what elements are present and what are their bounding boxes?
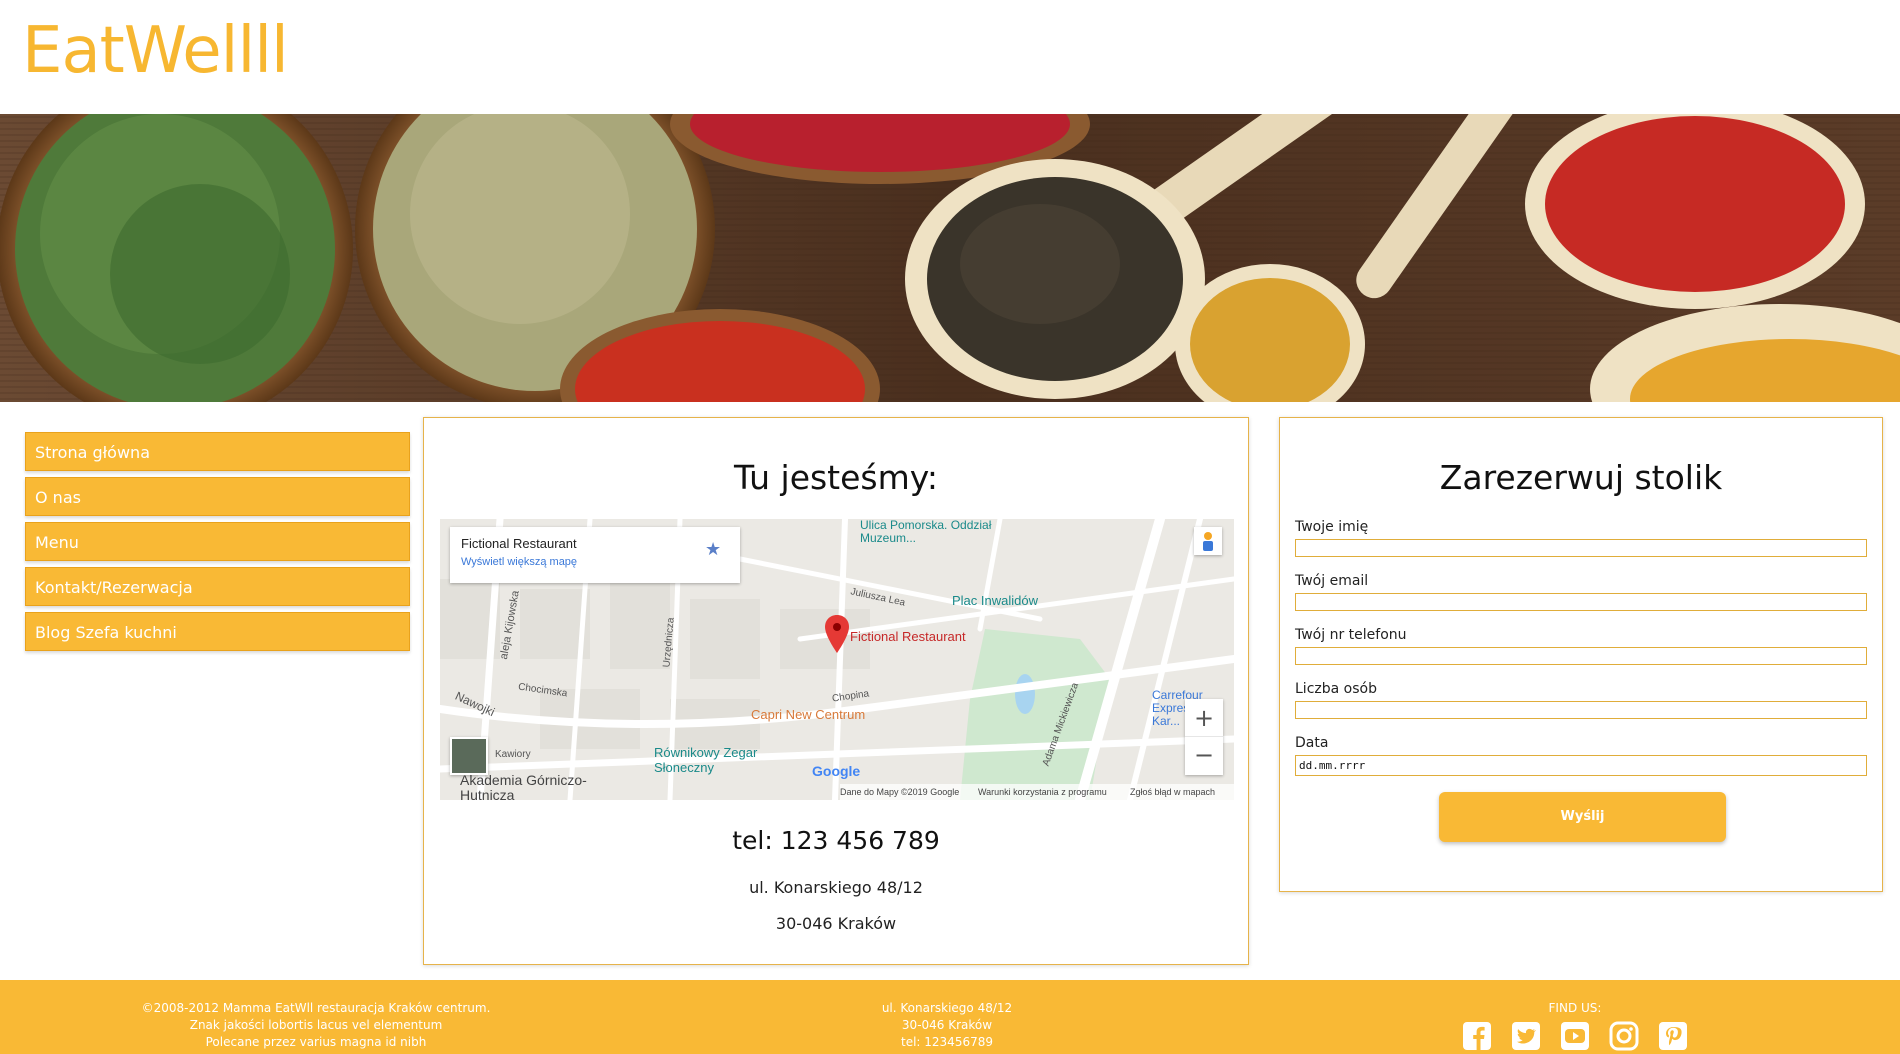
guests-label: Liczba osób (1295, 681, 1377, 697)
spices-image (0, 114, 1900, 402)
map-marker-label: Fictional Restaurant (850, 629, 966, 644)
name-label: Twoje imię (1295, 519, 1369, 535)
date-label: Data (1295, 735, 1329, 751)
main-nav: Strona główna O nas Menu Kontakt/Rezerwa… (25, 432, 410, 657)
nav-item-about[interactable]: O nas (25, 477, 410, 516)
google-map[interactable]: Fictional Restaurant Wyświetl większą ma… (440, 519, 1234, 800)
instagram-icon[interactable] (1609, 1021, 1639, 1051)
date-input[interactable]: dd.mm.rrrr (1295, 755, 1867, 776)
footer-copyright-line: ©2008-2012 Mamma EatWll restauracja Krak… (141, 1001, 491, 1015)
street-label: Kawiory (495, 749, 531, 760)
reservation-heading: Zarezerwuj stolik (1439, 458, 1723, 497)
site-header: EatWellll (0, 0, 1900, 114)
name-input[interactable] (1295, 539, 1867, 557)
footer-phone: tel: 123456789 (901, 1035, 993, 1049)
guests-input[interactable] (1295, 701, 1867, 719)
phone-input[interactable] (1295, 647, 1867, 665)
poi-akademia[interactable]: Akademia Górniczo-Hutnicza (460, 773, 590, 801)
footer-copyright-line: Polecane przez varius magna id nibh (205, 1035, 427, 1049)
facebook-icon[interactable] (1462, 1021, 1492, 1051)
phone-label: Twój nr telefonu (1295, 627, 1407, 643)
zoom-controls: + − (1185, 699, 1223, 775)
zoom-in-button[interactable]: + (1185, 699, 1223, 737)
site-logo[interactable]: EatWellll (22, 14, 289, 88)
footer-address-street: ul. Konarskiego 48/12 (881, 1001, 1013, 1015)
contact-address-street: ul. Konarskiego 48/12 (749, 878, 923, 897)
email-label: Twój email (1295, 573, 1369, 589)
pinterest-icon[interactable] (1658, 1021, 1688, 1051)
youtube-icon[interactable] (1560, 1021, 1590, 1051)
nav-item-menu[interactable]: Menu (25, 522, 410, 561)
save-star-icon[interactable]: ★ (705, 539, 721, 560)
footer-address: ul. Konarskiego 48/12 30-046 Kraków tel:… (847, 1000, 1047, 1051)
nav-item-contact[interactable]: Kontakt/Rezerwacja (25, 567, 410, 606)
twitter-icon[interactable] (1511, 1021, 1541, 1051)
location-panel: Tu jesteśmy: Fictional Restaurant Wyświe… (423, 417, 1249, 965)
map-terms-link[interactable]: Warunki korzystania z programu (978, 784, 1107, 800)
footer-social: FIND US: (1450, 1000, 1700, 1051)
footer-address-city: 30-046 Kraków (901, 1018, 993, 1032)
email-input[interactable] (1295, 593, 1867, 611)
nav-item-blog[interactable]: Blog Szefa kuchni (25, 612, 410, 651)
footer-copyright-line: Znak jakości lobortis lacus vel elementu… (189, 1018, 443, 1032)
poi-plac-inwalidow[interactable]: Plac Inwalidów (952, 593, 1038, 608)
find-us-label: FIND US: (1548, 1001, 1602, 1015)
poi-muzeum[interactable]: Ulica Pomorska. Oddział Muzeum... (860, 519, 1020, 545)
nav-item-home[interactable]: Strona główna (25, 432, 410, 471)
map-attribution: Dane do Mapy ©2019 Google (840, 787, 960, 797)
poi-zegar[interactable]: Równikowy Zegar Słoneczny (654, 745, 784, 775)
submit-button[interactable]: Wyślij (1439, 792, 1726, 842)
contact-phone: tel: 123 456 789 (732, 826, 940, 855)
street-view-pegman-icon[interactable] (1194, 527, 1222, 555)
map-attribution-bar: Dane do Mapy ©2019 Google Warunki korzys… (840, 784, 1234, 800)
zoom-out-button[interactable]: − (1185, 737, 1223, 775)
contact-address-city: 30-046 Kraków (775, 914, 897, 933)
reservation-panel: Zarezerwuj stolik Twoje imię Twój email … (1279, 417, 1883, 892)
poi-capri[interactable]: Capri New Centrum (751, 707, 865, 722)
map-marker-icon[interactable] (825, 615, 849, 657)
hero-banner (0, 114, 1900, 402)
footer-copyright: ©2008-2012 Mamma EatWll restauracja Krak… (116, 1000, 516, 1051)
map-place-name: Fictional Restaurant (461, 536, 577, 551)
location-heading: Tu jesteśmy: (733, 458, 939, 497)
site-footer: ©2008-2012 Mamma EatWll restauracja Krak… (0, 980, 1900, 1054)
google-logo[interactable]: Google (812, 763, 860, 779)
satellite-toggle[interactable] (450, 737, 488, 775)
bigger-map-link[interactable]: Wyświetl większą mapę (461, 556, 577, 568)
map-info-card: Fictional Restaurant Wyświetl większą ma… (450, 527, 740, 583)
map-report-link[interactable]: Zgłoś błąd w mapach (1130, 784, 1215, 800)
